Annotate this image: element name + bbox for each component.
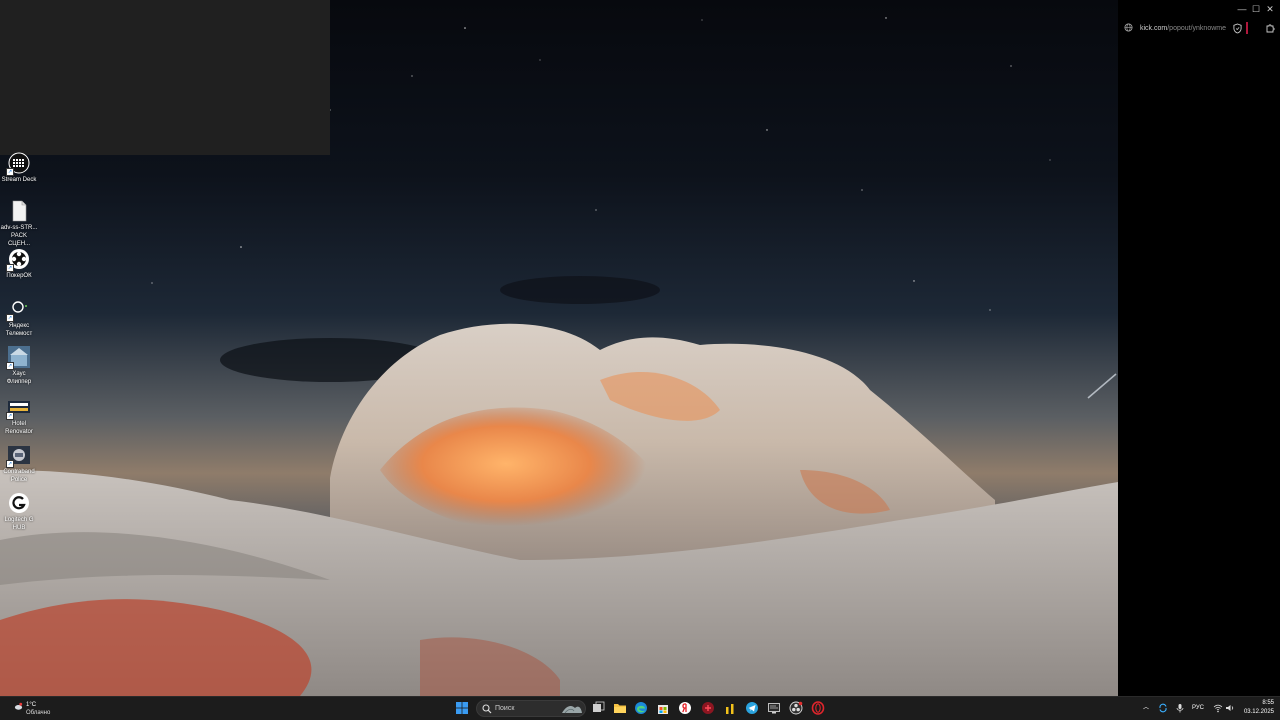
yandex-browser-icon[interactable] (678, 701, 692, 715)
stream-deck-icon: ↗ (6, 152, 30, 176)
shortcut-arrow-icon: ↗ (6, 264, 14, 272)
browser-popout-window[interactable]: — ☐ ✕ kick.com/popout/ynknowme (1118, 0, 1280, 696)
poker-icon: ↗ (6, 248, 30, 272)
shortcut-arrow-icon: ↗ (6, 460, 14, 468)
desktop-icon-label: Яндекс Телемост (5, 323, 33, 337)
monitor-app-icon[interactable] (767, 701, 781, 715)
telemost-icon: ↗ (6, 298, 30, 322)
search-icon (482, 704, 492, 714)
opera-icon[interactable] (811, 701, 825, 715)
close-button[interactable]: ✕ (1264, 3, 1276, 15)
shield-icon[interactable] (1233, 23, 1242, 34)
shortcut-arrow-icon: ↗ (6, 168, 14, 176)
desktop-icon-label: Hotel Renovator (5, 421, 33, 435)
search-highlight-icon (562, 705, 582, 714)
window-titlebar[interactable]: — ☐ ✕ (1118, 0, 1280, 18)
shortcut-arrow-icon: ↗ (6, 412, 14, 420)
house-flipper-icon: ↗ (6, 346, 30, 370)
bar-chart-icon[interactable] (723, 701, 737, 715)
search-placeholder: Поиск (495, 705, 515, 712)
maximize-button[interactable]: ☐ (1250, 3, 1262, 15)
url-host: kick.com (1140, 25, 1168, 32)
taskbar: 1°C Облачно Поиск ︿ РУС 8:55 03.12.2025 (0, 696, 1280, 720)
desktop-icon-hotel-renovator[interactable]: ↗ Hotel Renovator (0, 396, 38, 436)
wifi-icon[interactable] (1213, 703, 1223, 713)
logitech-icon (8, 492, 30, 514)
weather-condition: Облачно (26, 710, 51, 716)
extension-indicator (1246, 22, 1248, 34)
obs-icon[interactable] (789, 701, 803, 715)
volume-icon[interactable] (1225, 703, 1235, 713)
puzzle-extension-icon[interactable] (1265, 23, 1275, 33)
address-bar[interactable]: kick.com/popout/ynknowme (1122, 22, 1276, 36)
clock-date: 03.12.2025 (1243, 709, 1274, 715)
windows-start-icon[interactable] (455, 701, 469, 715)
shortcut-arrow-icon: ↗ (6, 314, 14, 322)
desktop-icon-label: Logitech G HUB (4, 517, 34, 531)
sync-icon[interactable] (1158, 703, 1168, 713)
desktop-icon-logitech[interactable]: Logitech G HUB (0, 492, 38, 532)
desktop-icon-label: adv-ss-STR... PACK СЦЕН... (0, 225, 38, 247)
task-view-icon[interactable] (591, 701, 605, 715)
shortcut-arrow-icon: ↗ (6, 362, 14, 370)
telegram-icon[interactable] (745, 701, 759, 715)
url-text[interactable]: kick.com/popout/ynknowme (1140, 23, 1226, 34)
file-icon (8, 200, 30, 222)
desktop-icon-house-flipper[interactable]: ↗ Хаус Флиппер (0, 346, 38, 386)
minimize-button[interactable]: — (1236, 3, 1248, 15)
clock-time: 8:55 (1262, 700, 1274, 706)
desktop-icon-adv-file[interactable]: adv-ss-STR... PACK СЦЕН... (0, 200, 38, 248)
weather-widget[interactable]: 1°C Облачно (14, 699, 74, 719)
edge-icon[interactable] (634, 701, 648, 715)
desktop-icon-stream-deck[interactable]: ↗ Stream Deck (0, 152, 38, 184)
file-explorer-icon[interactable] (613, 701, 627, 715)
desktop-icon-pokerok[interactable]: ↗ ПокерОК (0, 248, 38, 280)
tray-chevron-up-icon[interactable]: ︿ (1143, 701, 1149, 715)
desktop-icon-contraband-police[interactable]: ↗ Contraband Police (0, 444, 38, 484)
system-clock[interactable]: 8:55 03.12.2025 (1238, 699, 1274, 717)
taskbar-search[interactable]: Поиск (476, 700, 586, 717)
contraband-police-icon: ↗ (6, 444, 30, 468)
globe-icon (1124, 23, 1133, 32)
game-launcher-icon[interactable] (701, 701, 715, 715)
desktop-icon-label: Contraband Police (3, 469, 35, 483)
desktop-icon-label: Хаус Флиппер (6, 371, 32, 385)
url-path: /popout/ynknowme (1167, 25, 1226, 32)
cloud-icon (14, 702, 23, 710)
desktop-icon-label: Stream Deck (1, 177, 37, 183)
microphone-icon[interactable] (1175, 703, 1185, 713)
hotel-renovator-icon: ↗ (6, 396, 30, 420)
desktop-icon-label: ПокерОК (6, 273, 32, 279)
weather-temp: 1°C (26, 702, 37, 708)
blank-window-panel[interactable] (0, 0, 330, 155)
desktop-icon-telemost[interactable]: ↗ Яндекс Телемост (0, 298, 38, 338)
store-icon[interactable] (656, 701, 670, 715)
language-indicator[interactable]: РУС (1192, 701, 1204, 715)
